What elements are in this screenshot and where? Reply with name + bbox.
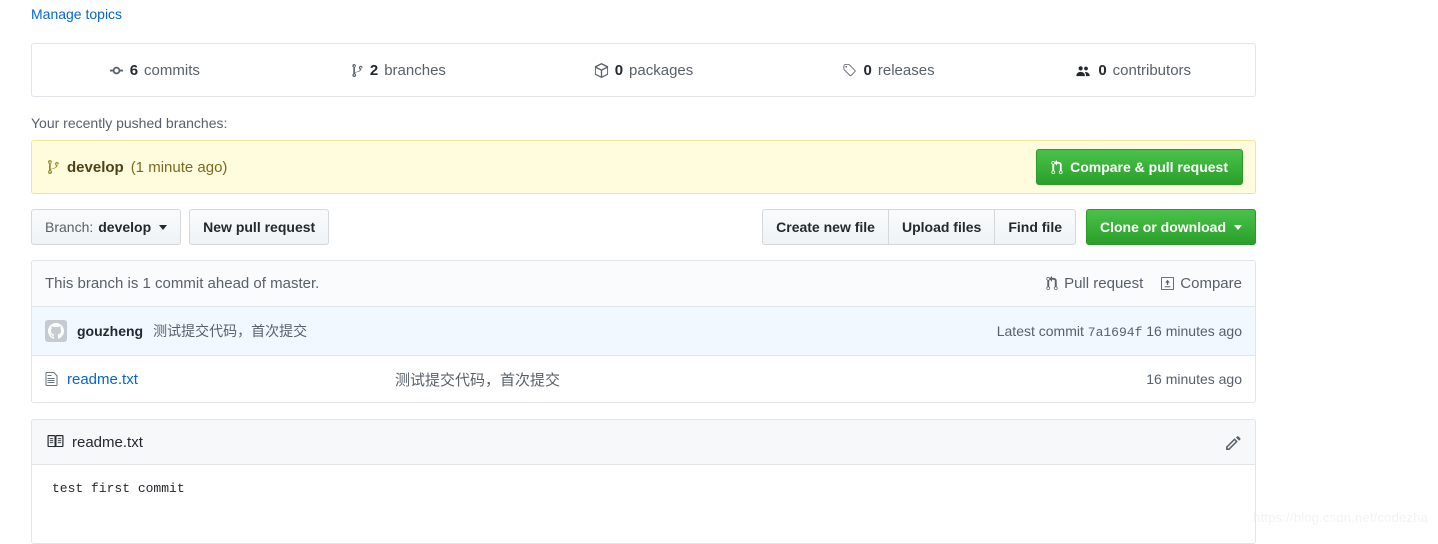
branch-selector-value: develop [98,219,152,235]
compare-and-pull-request-button[interactable]: Compare & pull request [1036,149,1243,185]
stat-commits-label: commits [144,61,200,79]
readme-title: readme.txt [72,433,143,451]
create-new-file-button[interactable]: Create new file [762,209,888,245]
stat-contributors-label: contributors [1112,61,1192,79]
repository-page: Manage topics 6 commits 2 branches 0 pac… [0,0,1438,544]
stat-commits[interactable]: 6 commits [32,62,277,79]
stat-commits-count: 6 [129,61,139,79]
diff-icon [1161,276,1175,291]
new-pull-request-button[interactable]: New pull request [189,209,330,245]
upload-files-button[interactable]: Upload files [887,209,995,245]
page-container: Manage topics 6 commits 2 branches 0 pac… [31,0,1256,544]
latest-commit-row: gouzheng 测试提交代码，首次提交 Latest commit 7a169… [32,307,1255,356]
commit-sha[interactable]: 7a1694f [1088,325,1143,340]
repository-toolbar: Branch: develop New pull request Create … [31,209,1256,245]
stat-releases-count: 0 [863,61,872,79]
file-actions-button-group: Create new file Upload files Find file [762,209,1076,245]
tag-icon [842,63,858,78]
latest-commit-prefix: Latest commit [996,322,1084,339]
stat-branches-count: 2 [369,61,379,79]
contributors-icon [1074,63,1092,78]
avatar[interactable] [45,320,67,342]
readme-title-area: readme.txt [47,434,143,451]
readme-body: test first commit [32,465,1255,543]
new-pull-request-label: New pull request [203,219,316,235]
compare-link-label: Compare [1180,275,1242,292]
stat-branches[interactable]: 2 branches [277,62,522,79]
stat-packages-label: packages [629,61,694,79]
clone-or-download-button[interactable]: Clone or download [1086,209,1256,245]
commit-icon [109,63,124,78]
latest-commit-author-area: gouzheng 测试提交代码，首次提交 [45,320,307,342]
compare-link[interactable]: Compare [1161,275,1242,292]
book-icon [47,434,64,450]
file-listing-box: This branch is 1 commit ahead of master.… [31,260,1256,403]
table-row[interactable]: readme.txt 测试提交代码，首次提交 16 minutes ago [32,356,1255,402]
recently-pushed-banner: develop (1 minute ago) Compare & pull re… [31,140,1256,194]
stat-releases[interactable]: 0 releases [766,62,1011,79]
latest-commit-meta: Latest commit 7a1694f 16 minutes ago [997,323,1242,340]
branch-icon [352,63,364,78]
find-file-label: Find file [1008,219,1062,235]
pushed-branch-name[interactable]: develop [67,159,124,176]
chevron-down-icon [1234,224,1242,230]
pushed-branch-info: develop (1 minute ago) [48,159,227,176]
chevron-down-icon [159,224,168,230]
stat-contributors[interactable]: 0 contributors [1010,62,1255,79]
stat-packages-count: 0 [614,61,624,79]
clone-or-download-label: Clone or download [1100,219,1226,235]
stat-releases-label: releases [877,61,935,79]
upload-files-label: Upload files [901,219,982,235]
latest-commit-time: 16 minutes ago [1146,322,1242,339]
file-commit-message[interactable]: 测试提交代码，首次提交 [375,369,1146,390]
readme-content: test first commit [52,481,185,496]
stat-packages[interactable]: 0 packages [521,62,766,79]
commit-message[interactable]: 测试提交代码，首次提交 [153,321,307,341]
compare-and-pull-request-label: Compare & pull request [1070,159,1228,175]
git-pull-request-icon [1046,276,1058,291]
branch-status-links: Pull request Compare [1046,275,1242,292]
readme-box: readme.txt test first commit [31,419,1256,544]
stat-contributors-count: 0 [1098,61,1107,79]
pull-request-link[interactable]: Pull request [1046,275,1143,292]
pull-request-link-label: Pull request [1064,275,1144,292]
file-text-icon [45,371,58,387]
repository-stats-bar: 6 commits 2 branches 0 packages 0 releas… [31,43,1256,97]
branch-status-text: This branch is 1 commit ahead of master. [45,275,320,292]
branch-selector-prefix: Branch: [45,219,94,235]
stat-branches-label: branches [384,61,446,79]
git-pull-request-icon [1051,159,1063,175]
toolbar-left-group: Branch: develop New pull request [31,209,330,245]
package-icon [594,62,609,78]
recently-pushed-label: Your recently pushed branches: [31,115,228,131]
create-new-file-label: Create new file [776,219,875,235]
manage-topics-link[interactable]: Manage topics [31,0,122,28]
branch-selector-button[interactable]: Branch: develop [31,209,182,245]
file-commit-time: 16 minutes ago [1146,371,1242,387]
branch-icon [48,159,60,175]
commit-author-name[interactable]: gouzheng [77,323,143,339]
find-file-button[interactable]: Find file [994,209,1076,245]
file-name-link[interactable]: readme.txt [67,371,138,388]
pushed-branch-time: (1 minute ago) [130,158,228,176]
watermark: https://blog.csdn.net/codezha [1253,510,1428,525]
file-name-cell: readme.txt [45,371,375,388]
edit-pencil-icon[interactable] [1225,434,1242,451]
readme-header: readme.txt [32,420,1255,465]
branch-status-bar: This branch is 1 commit ahead of master.… [32,261,1255,307]
toolbar-right-group: Create new file Upload files Find file C… [762,209,1256,245]
